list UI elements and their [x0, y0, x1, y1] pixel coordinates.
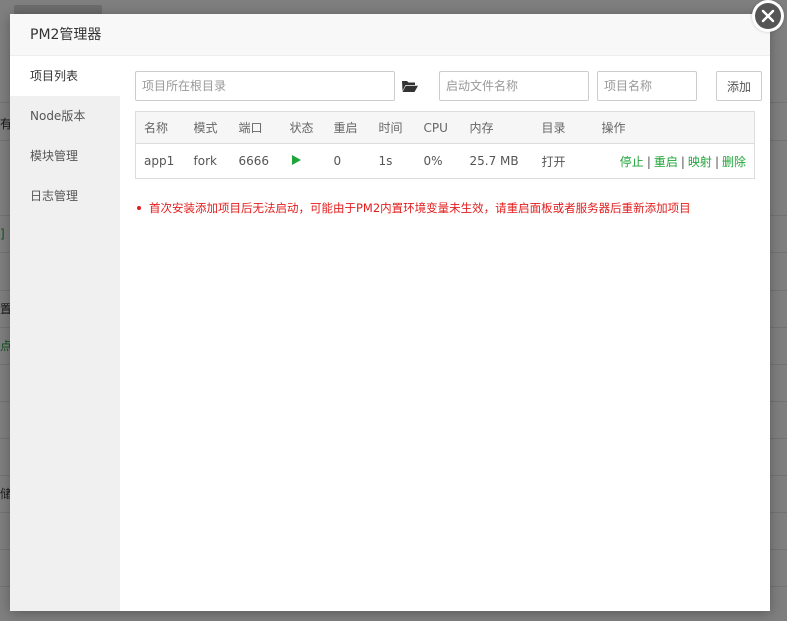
cell-memory: 25.7 MB	[469, 154, 519, 168]
table-row: app1 fork 6666 0 1s 0% 25.7 MB 打开 停止 | 重启 |…	[136, 144, 755, 179]
sidebar-item-module-manage[interactable]: 模块管理	[10, 136, 120, 176]
restart-link[interactable]: 重启	[654, 155, 678, 169]
delete-link[interactable]: 删除	[722, 155, 746, 169]
stop-link[interactable]: 停止	[620, 155, 644, 169]
pm2-manager-dialog: PM2管理器 项目列表 Node版本 模块管理 日志管理 添加	[10, 0, 784, 611]
header-restart: 重启	[325, 111, 371, 144]
sidebar-item-log-manage[interactable]: 日志管理	[10, 176, 120, 216]
notice-message: 首次安装添加项目后无法启动，可能由于PM2内置环境变量未生效，请重启面板或者服务…	[135, 200, 755, 216]
cell-name: app1	[144, 154, 175, 168]
ops-separator: |	[646, 154, 651, 169]
cell-cpu: 0%	[423, 154, 443, 168]
project-name-input[interactable]	[597, 71, 697, 101]
close-button[interactable]	[752, 0, 784, 32]
table-header-row: 名称 模式 端口 状态 重启 时间 CPU 内存 目录 操作	[135, 111, 755, 144]
dialog-title: PM2管理器	[10, 14, 770, 56]
sidebar-item-node-version[interactable]: Node版本	[10, 96, 120, 136]
sidebar-item-project-list[interactable]: 项目列表	[10, 56, 120, 96]
sidebar: 项目列表 Node版本 模块管理 日志管理	[10, 56, 120, 611]
start-file-input[interactable]	[439, 71, 589, 101]
map-link[interactable]: 映射	[688, 155, 712, 169]
add-button[interactable]: 添加	[716, 71, 762, 101]
header-time: 时间	[370, 111, 416, 144]
header-mode: 模式	[185, 111, 231, 144]
folder-open-icon[interactable]	[401, 78, 419, 94]
main-content: 添加 名称 模式 端口 状态 重启 时间 CPU 内存 目录 操作	[135, 70, 762, 215]
cell-mode: fork	[193, 154, 217, 168]
header-memory: 内存	[461, 111, 534, 144]
toolbar: 添加	[135, 70, 762, 102]
header-ops: 操作	[593, 111, 755, 144]
cell-port: 6666	[238, 154, 270, 168]
header-name: 名称	[135, 111, 186, 144]
header-port: 端口	[230, 111, 282, 144]
cell-time: 1s	[378, 154, 393, 168]
notice-text: 首次安装添加项目后无法启动，可能由于PM2内置环境变量未生效，请重启面板或者服务…	[149, 201, 691, 215]
open-dir-link[interactable]: 打开	[534, 144, 594, 179]
header-cpu: CPU	[415, 111, 462, 144]
header-status: 状态	[281, 111, 326, 144]
project-dir-input[interactable]	[135, 71, 395, 101]
cell-status	[282, 144, 326, 179]
cell-ops: 停止 | 重启 | 映射 | 删除	[594, 144, 755, 179]
play-icon	[290, 154, 302, 169]
process-table: 名称 模式 端口 状态 重启 时间 CPU 内存 目录 操作 app1 fork…	[135, 111, 755, 179]
ops-separator: |	[714, 154, 719, 169]
close-icon	[755, 3, 781, 29]
cell-restart: 0	[333, 154, 342, 168]
ops-separator: |	[680, 154, 685, 169]
bullet-dot	[137, 206, 141, 210]
header-dir: 目录	[533, 111, 594, 144]
